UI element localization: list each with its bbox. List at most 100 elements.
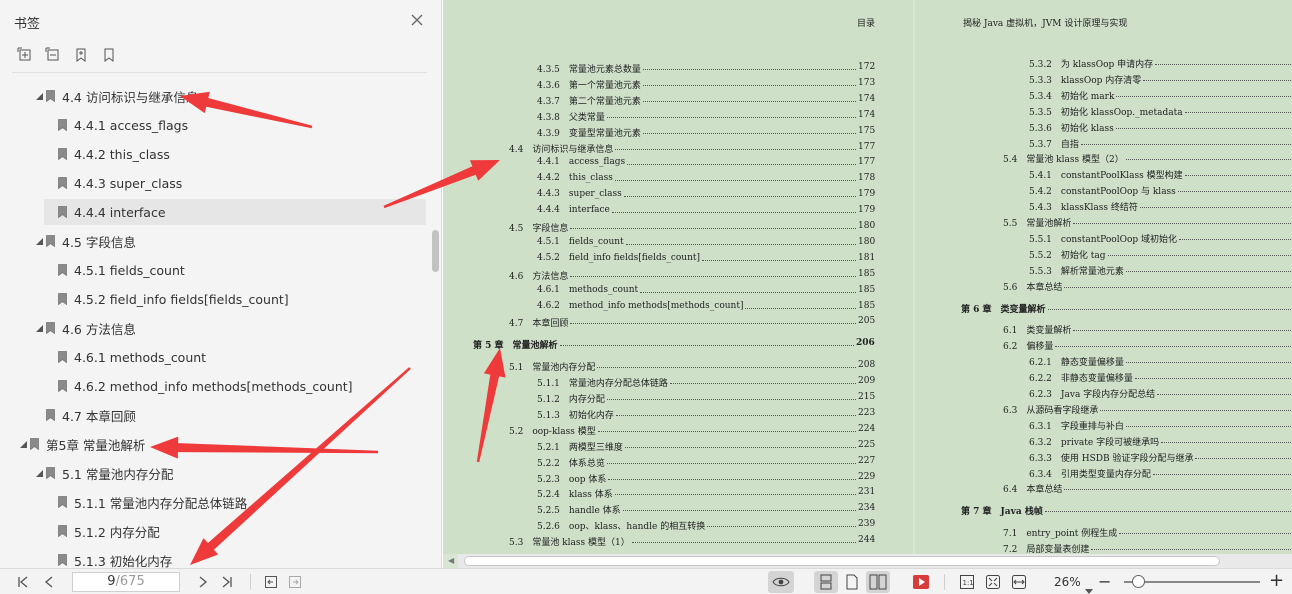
toc-entry[interactable]: 4.5 字段信息 180 <box>509 221 875 234</box>
single-page-icon[interactable] <box>840 571 864 593</box>
bookmark-item[interactable]: 4.4.2 this_class <box>0 141 428 167</box>
two-page-icon[interactable] <box>866 571 890 593</box>
toc-entry[interactable]: 5.5.3 解析常量池元素 <box>1029 264 1292 277</box>
toc-entry[interactable]: 4.3.6 第一个常量池元素 173 <box>537 78 875 91</box>
toc-entry[interactable]: 5.1 常量池内存分配 208 <box>509 360 875 373</box>
toc-entry[interactable]: 4.4 访问标识与继承信息 177 <box>509 142 875 155</box>
bookmark-item[interactable]: 4.5 字段信息 <box>0 228 428 254</box>
fit-width-icon[interactable] <box>1010 574 1028 590</box>
toc-entry[interactable]: 5.2.5 handle 体系 234 <box>537 503 875 516</box>
toc-entry[interactable]: 4.6.1 methods_count 185 <box>537 285 875 297</box>
toc-entry[interactable]: 4.3.5 常量池元素总数量 172 <box>537 62 875 75</box>
toc-entry[interactable]: 5.2.3 oop 体系 229 <box>537 472 875 485</box>
toc-entry[interactable]: 5.1.1 常量池内存分配总体链路 209 <box>537 376 875 389</box>
toc-entry[interactable]: 6.2.3 Java 字段内存分配总结 <box>1029 387 1292 400</box>
bookmark-item[interactable]: 5.1.2 内存分配 <box>0 518 428 544</box>
toc-entry[interactable]: 5.2 oop-klass 模型 224 <box>509 424 875 437</box>
toc-entry[interactable]: 5.4.3 klassKlass 终结符 <box>1029 200 1292 213</box>
prev-page-icon[interactable] <box>40 574 58 590</box>
fit-page-icon[interactable] <box>984 574 1002 590</box>
add-bookmark-icon[interactable] <box>72 46 90 64</box>
back-icon[interactable] <box>262 574 280 590</box>
toc-entry[interactable]: 4.4.1 access_flags 177 <box>537 157 875 169</box>
toc-entry[interactable]: 6.4 本章总结 <box>1003 482 1292 495</box>
toc-entry[interactable]: 7.2 局部变量表创建 <box>1003 542 1292 555</box>
toc-entry[interactable]: 6.2 偏移量 <box>1003 339 1292 352</box>
zoom-level[interactable]: 26% <box>1054 575 1081 589</box>
scroll-left-icon[interactable]: ◀ <box>448 556 454 565</box>
toc-entry[interactable]: 第 5 章 常量池解析 206 <box>473 338 875 351</box>
toc-entry[interactable]: 4.6.2 method_info methods[methods_count]… <box>537 301 875 313</box>
zoom-out-button[interactable]: − <box>1098 572 1111 591</box>
toc-entry[interactable]: 5.3 常量池 klass 模型（1） 244 <box>509 535 875 548</box>
toc-entry[interactable]: 4.5.2 field_info fields[fields_count] 181 <box>537 253 875 265</box>
toc-entry[interactable]: 4.5.1 fields_count 180 <box>537 237 875 249</box>
page-number-input[interactable]: 9/675 <box>72 572 180 592</box>
toc-entry[interactable]: 5.2.4 klass 体系 231 <box>537 487 875 500</box>
expand-arrow-icon[interactable] <box>34 92 44 100</box>
toc-entry[interactable]: 5.4.1 constantPoolKlass 模型构建 <box>1029 168 1292 181</box>
toc-entry[interactable]: 4.4.2 this_class 178 <box>537 173 875 185</box>
bookmark-item[interactable]: 4.6.1 methods_count <box>0 344 428 370</box>
bookmark-item[interactable]: 4.4.4 interface <box>44 199 426 225</box>
toc-entry[interactable]: 第 7 章 Java 栈帧 <box>961 504 1292 517</box>
eye-care-mode-icon[interactable] <box>768 571 794 593</box>
toc-entry[interactable]: 7.1 entry_point 例程生成 <box>1003 526 1292 539</box>
expand-arrow-icon[interactable] <box>34 324 44 332</box>
toc-entry[interactable]: 5.1.3 初始化内存 223 <box>537 408 875 421</box>
toc-entry[interactable]: 5.3.7 自指 <box>1029 137 1292 150</box>
play-slideshow-icon[interactable] <box>912 574 930 590</box>
toc-entry[interactable]: 5.4 常量池 klass 模型（2） <box>1003 152 1292 165</box>
toc-entry[interactable]: 第 6 章 类变量解析 <box>961 302 1292 315</box>
toc-entry[interactable]: 5.3.3 klassOop 内存清零 <box>1029 73 1292 86</box>
bookmark-item[interactable]: 4.7 本章回顾 <box>0 402 428 428</box>
bookmark-item[interactable]: 4.6.2 method_info methods[methods_count] <box>0 373 428 399</box>
bookmark-item[interactable]: 4.4.1 access_flags <box>0 112 428 138</box>
toc-entry[interactable]: 4.4.4 interface 179 <box>537 205 875 217</box>
toc-entry[interactable]: 4.3.8 父类常量 174 <box>537 110 875 123</box>
bookmark-item[interactable]: 第5章 常量池解析 <box>0 431 428 457</box>
toc-entry[interactable]: 6.1 类变量解析 <box>1003 323 1292 336</box>
toc-entry[interactable]: 5.3.5 初始化 klassOop._metadata <box>1029 105 1292 118</box>
bookmark-item[interactable]: 4.4 访问标识与继承信息 <box>0 83 428 109</box>
toc-entry[interactable]: 6.3 从源码看字段继承 <box>1003 403 1292 416</box>
bookmark-item[interactable]: 4.5.1 fields_count <box>0 257 428 283</box>
bookmark-item[interactable]: 5.1 常量池内存分配 <box>0 460 428 486</box>
toc-entry[interactable]: 6.3.1 字段重排与补白 <box>1029 419 1292 432</box>
horizontal-scroll-thumb[interactable] <box>464 556 1220 566</box>
bookmark-item[interactable]: 4.4.3 super_class <box>0 170 428 196</box>
toc-entry[interactable]: 6.3.2 private 字段可被继承吗 <box>1029 435 1292 448</box>
toc-entry[interactable]: 5.5.2 初始化 tag <box>1029 248 1292 261</box>
bookmark-item[interactable]: 4.5.2 field_info fields[fields_count] <box>0 286 428 312</box>
next-page-icon[interactable] <box>194 574 212 590</box>
expand-arrow-icon[interactable] <box>18 440 28 448</box>
expand-all-icon[interactable] <box>16 46 34 64</box>
toc-entry[interactable]: 5.3.2 为 klassOop 申请内存 <box>1029 57 1292 70</box>
collapse-all-icon[interactable] <box>44 46 62 64</box>
last-page-icon[interactable] <box>218 574 236 590</box>
toc-entry[interactable]: 5.5.1 constantPoolOop 域初始化 <box>1029 232 1292 245</box>
toc-entry[interactable]: 5.1.2 内存分配 215 <box>537 392 875 405</box>
toc-entry[interactable]: 5.6 本章总结 <box>1003 280 1292 293</box>
toc-entry[interactable]: 5.4.2 constantPoolOop 与 klass <box>1029 184 1292 197</box>
toc-entry[interactable]: 4.7 本章回顾 205 <box>509 316 875 329</box>
toc-entry[interactable]: 6.2.2 非静态变量偏移量 <box>1029 371 1292 384</box>
first-page-icon[interactable] <box>14 574 32 590</box>
chevron-down-icon[interactable] <box>1085 579 1093 594</box>
toc-entry[interactable]: 4.3.9 变量型常量池元素 175 <box>537 126 875 139</box>
toc-entry[interactable]: 5.3.6 初始化 klass <box>1029 121 1292 134</box>
toc-entry[interactable]: 6.2.1 静态变量偏移量 <box>1029 355 1292 368</box>
forward-icon[interactable] <box>286 574 304 590</box>
zoom-slider-thumb[interactable] <box>1131 575 1145 588</box>
bookmark-icon[interactable] <box>100 46 118 64</box>
toc-entry[interactable]: 5.2.6 oop、klass、handle 的相互转换 239 <box>537 519 875 532</box>
toc-entry[interactable]: 5.5 常量池解析 <box>1003 216 1292 229</box>
bookmark-item[interactable]: 5.1.1 常量池内存分配总体链路 <box>0 489 428 515</box>
bookmark-item[interactable]: 4.6 方法信息 <box>0 315 428 341</box>
bookmark-item[interactable]: 5.1.3 初始化内存 <box>0 547 428 568</box>
actual-size-icon[interactable]: 1:1 <box>958 574 976 590</box>
expand-arrow-icon[interactable] <box>34 237 44 245</box>
toc-entry[interactable]: 5.2.1 两模型三维度 225 <box>537 440 875 453</box>
toc-entry[interactable]: 6.3.4 引用类型变量内存分配 <box>1029 467 1292 480</box>
close-icon[interactable] <box>409 12 425 28</box>
